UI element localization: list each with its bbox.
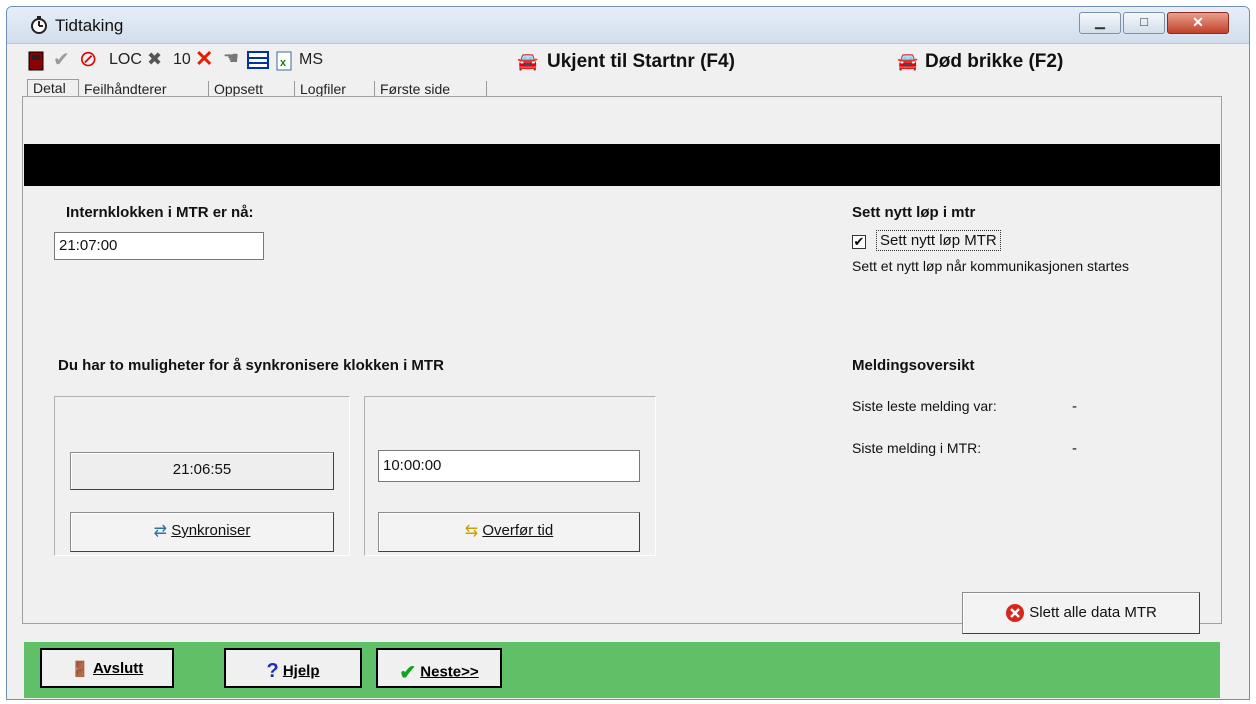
hand-icon[interactable]: ☚	[223, 48, 239, 69]
svg-text:x: x	[280, 57, 287, 69]
title-bar: Tidtaking ▁ □ ✕	[7, 7, 1249, 44]
error-icon	[1006, 604, 1025, 622]
help-icon: ?	[266, 660, 279, 682]
checkmark-icon[interactable]: ✔	[53, 47, 70, 72]
new-race-checkbox-label[interactable]: Sett nytt løp MTR	[876, 230, 1001, 251]
next-label: Neste>>	[420, 663, 479, 681]
loc-button[interactable]: LOC	[109, 51, 142, 69]
minimize-button[interactable]: ▁	[1079, 12, 1121, 34]
tools-icon[interactable]: ✖	[147, 49, 162, 70]
internal-clock-field[interactable]: 21:07:00	[54, 232, 264, 260]
sync-time-display: 21:06:55	[70, 452, 334, 490]
internal-clock-label: Internklokken i MTR er nå:	[66, 204, 254, 221]
last-read-value: -	[1072, 398, 1077, 415]
close-button[interactable]: ✕	[1167, 12, 1229, 34]
synchronize-button[interactable]: ⇄ Synkroniser	[70, 512, 334, 552]
unknown-startnr-button[interactable]: Ukjent til Startnr (F4)	[547, 51, 735, 73]
exit-button[interactable]: 🚪 Avslutt	[40, 648, 174, 688]
transfer-icon: ⇆	[464, 523, 479, 540]
last-read-label: Siste leste melding var:	[852, 398, 997, 414]
delete-all-button[interactable]: Slett alle data MTR	[962, 592, 1200, 634]
next-button[interactable]: ✔ Neste>>	[376, 648, 502, 688]
sync-heading: Du har to muligheter for å synkronisere …	[58, 357, 444, 374]
car-icon: 🚘	[517, 52, 539, 71]
checkmark-icon: ✔	[399, 662, 417, 684]
delete-all-label: Slett alle data MTR	[1029, 603, 1157, 621]
help-label: Hjelp	[282, 662, 320, 680]
delete-icon[interactable]: ✕	[195, 46, 213, 72]
window-title: Tidtaking	[55, 16, 124, 35]
minimize-icon: ▁	[1095, 14, 1105, 29]
mtr-device-icon[interactable]	[27, 51, 45, 71]
stopwatch-icon	[31, 16, 47, 34]
maximize-icon: □	[1140, 14, 1148, 29]
new-race-heading: Sett nytt løp i mtr	[852, 204, 976, 221]
ms-button[interactable]: MS	[299, 51, 323, 69]
forbidden-icon[interactable]: ⊘	[79, 46, 97, 72]
count-button[interactable]: 10	[173, 51, 191, 69]
maximize-button[interactable]: □	[1123, 12, 1165, 34]
exit-door-icon: 🚪	[70, 661, 90, 679]
sync-time-text: 21:06:55	[172, 461, 232, 478]
status-bar	[24, 144, 1220, 186]
help-button[interactable]: ? Hjelp	[224, 648, 362, 688]
excel-icon[interactable]: x	[275, 51, 293, 71]
last-message-label: Siste melding i MTR:	[852, 440, 982, 456]
dead-chip-button[interactable]: Død brikke (F2)	[925, 51, 1063, 73]
toolbar: ✔ ⊘ LOC ✖ 10 ✕ ☚ x MS 🚘 Ukjent til Start…	[7, 43, 1249, 77]
new-race-checkbox[interactable]: ✔	[852, 235, 866, 249]
transfer-time-button[interactable]: ⇆ Overfør tid	[378, 512, 640, 552]
sync-icon: ⇄	[153, 523, 168, 540]
messages-heading: Meldingsoversikt	[852, 357, 975, 374]
synchronize-label: Synkroniser	[171, 521, 251, 539]
close-icon: ✕	[1192, 14, 1204, 30]
transfer-time-input[interactable]: 10:00:00	[378, 450, 640, 482]
footer-bar	[24, 642, 1220, 698]
exit-label: Avslutt	[93, 660, 144, 677]
list-icon[interactable]	[247, 51, 269, 69]
car-icon: 🚘	[897, 52, 919, 71]
last-message-value: -	[1072, 440, 1077, 457]
transfer-time-label: Overfør tid	[482, 521, 554, 539]
new-race-description: Sett et nytt løp når kommunikasjonen sta…	[852, 258, 1130, 274]
